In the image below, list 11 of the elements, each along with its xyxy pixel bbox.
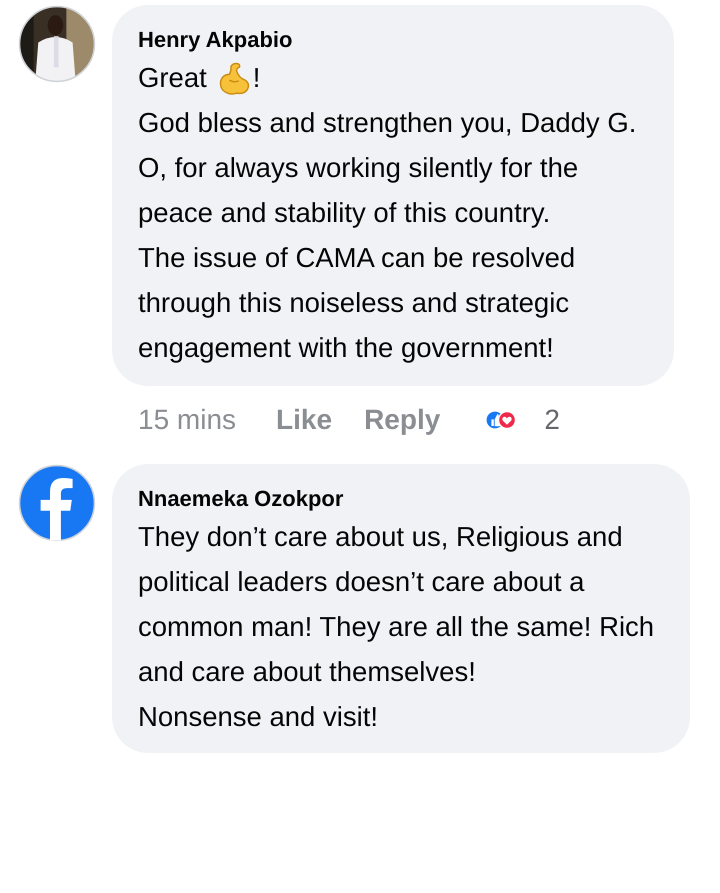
comment-text: They don’t care about us, Religious and political leaders doesn’t care about a common man! They are all the same! Rich and care about themselves! (138, 520, 656, 689)
author-name[interactable]: Nnaemeka Ozokpor (138, 484, 668, 514)
comment-text: God bless and strengthen you, Daddy G. O, for always working silently for the peace and stability of this country. (138, 106, 638, 230)
timestamp: 15 mins (138, 404, 236, 436)
f-logo-icon (18, 464, 96, 542)
comment-text: The issue of CAMA can be resolved through this noiseless and strategic engagement with the government! (138, 241, 576, 365)
author-name[interactable]: Henry Akpabio (138, 25, 652, 55)
comment-text: Great (138, 61, 207, 95)
comment-text: Nonsense and visit! (138, 700, 379, 734)
comment-text: ! (252, 61, 260, 95)
reaction-count: 2 (544, 404, 560, 436)
